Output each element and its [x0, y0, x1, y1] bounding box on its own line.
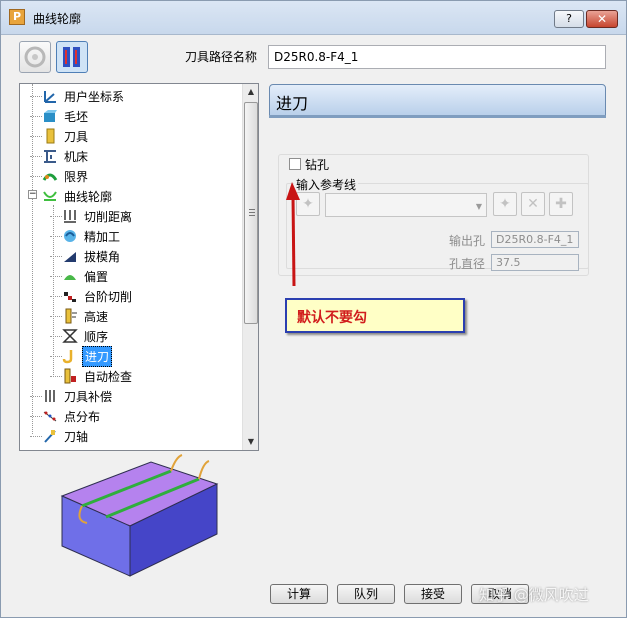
auto-check-icon — [64, 368, 76, 384]
exit-hole-input[interactable] — [491, 231, 579, 248]
window-title: 曲线轮廓 — [33, 12, 82, 26]
chevron-down-icon: ▼ — [475, 202, 482, 211]
tree-item-label: 台阶切削 — [84, 289, 133, 304]
panel-title-underline — [269, 115, 606, 118]
accept-button[interactable]: 接受 — [404, 584, 462, 604]
dialog-window: P 曲线轮廓 ? ✕ 刀具路径名称 用户坐标系 毛坯 刀具 机床 限界 − — [0, 0, 627, 618]
scroll-down-arrow-icon[interactable]: ▼ — [243, 434, 258, 450]
tree-item-order[interactable]: 顺序 — [50, 326, 110, 346]
tree-item-label: 限界 — [64, 169, 89, 184]
toolpath-name-input[interactable] — [268, 45, 606, 69]
exit-hole-label: 输出孔 — [449, 234, 486, 248]
collapse-toggle[interactable]: − — [28, 190, 37, 199]
high-speed-icon — [65, 308, 77, 324]
tree-item-limits[interactable]: 限界 — [30, 166, 90, 186]
tree-item-step-cut[interactable]: 台阶切削 — [50, 286, 134, 306]
ref-line-combo[interactable]: ▼ — [325, 193, 487, 217]
tree-item-finishing[interactable]: 精加工 — [50, 226, 122, 246]
tree-item-label: 刀轴 — [64, 429, 89, 444]
tree-item-machine[interactable]: 机床 — [30, 146, 90, 166]
tree-item-label: 顺序 — [84, 329, 109, 344]
delete-curve-button[interactable]: ✕ — [521, 192, 545, 216]
tree-item-ucs[interactable]: 用户坐标系 — [30, 86, 126, 106]
tree-item-label: 用户坐标系 — [64, 89, 125, 104]
tree-item-label: 毛坯 — [64, 109, 89, 124]
tree-item-label: 拔模角 — [84, 249, 121, 264]
scroll-thumb[interactable] — [244, 102, 258, 324]
queue-button[interactable]: 队列 — [337, 584, 395, 604]
tree-item-label: 点分布 — [64, 409, 101, 424]
add-icon: ✚ — [555, 196, 567, 212]
toolpath-name-label: 刀具路径名称 — [185, 50, 258, 64]
lead-in-icon — [62, 350, 73, 364]
finishing-icon — [64, 230, 76, 242]
tree-item-auto-check[interactable]: 自动检查 — [50, 366, 134, 386]
strategy-button[interactable] — [56, 41, 88, 73]
annotation-arrow — [286, 182, 300, 287]
hole-diameter-label: 孔直径 — [449, 257, 486, 271]
select-curve-button[interactable]: ✦ — [493, 192, 517, 216]
draft-angle-icon — [64, 252, 76, 262]
tree-item-label: 进刀 — [82, 345, 113, 367]
drill-hole-checkbox[interactable] — [289, 158, 301, 170]
tool-axis-icon — [44, 430, 56, 443]
template-button[interactable] — [19, 41, 51, 73]
tool-icon — [46, 128, 55, 144]
ucs-icon — [44, 91, 56, 103]
machine-icon — [44, 150, 56, 163]
tree-item-label: 高速 — [84, 309, 109, 324]
tree-item-curve-profile[interactable]: 曲线轮廓 — [42, 186, 114, 206]
tree-item-block[interactable]: 毛坯 — [30, 106, 90, 126]
limits-icon — [42, 173, 58, 181]
tree-item-label: 切削距离 — [84, 209, 133, 224]
add-curve-button[interactable]: ✚ — [549, 192, 573, 216]
tree-item-draft-angle[interactable]: 拔模角 — [50, 246, 122, 266]
title-bar[interactable]: P 曲线轮廓 ? ✕ — [1, 1, 626, 35]
tree-item-lead-in[interactable]: 进刀 — [50, 345, 113, 367]
tree-item-offset[interactable]: 偏置 — [50, 266, 110, 286]
annotation-note: 默认不要勾 — [285, 298, 465, 333]
app-icon: P — [9, 9, 25, 25]
offset-icon — [64, 275, 76, 280]
cut-distance-icon — [64, 210, 76, 223]
tree-item-point-dist[interactable]: 点分布 — [30, 406, 102, 426]
gear-template-icon — [24, 46, 46, 68]
drill-hole-label: 钻孔 — [305, 158, 330, 172]
tree-item-cut-distance[interactable]: 切削距离 — [50, 206, 134, 226]
tree-item-label: 曲线轮廓 — [64, 189, 113, 204]
tree-view[interactable]: 用户坐标系 毛坯 刀具 机床 限界 − 曲线轮廓 切削距离 精加工 拔模角 偏置… — [19, 83, 259, 451]
tree-item-high-speed[interactable]: 高速 — [50, 306, 110, 326]
tool-comp-icon — [45, 390, 55, 402]
calculate-button[interactable]: 计算 — [270, 584, 328, 604]
strategy-icon — [63, 47, 80, 67]
tree-item-tool[interactable]: 刀具 — [30, 126, 90, 146]
step-cut-icon — [64, 292, 76, 302]
point-dist-icon — [43, 411, 57, 422]
tree-item-tool-comp[interactable]: 刀具补偿 — [30, 386, 114, 406]
watermark-text: 知乎 @微风吹过 — [479, 586, 589, 604]
tree-item-label: 自动检查 — [84, 369, 133, 384]
block-icon — [44, 110, 57, 122]
curve-profile-icon — [43, 191, 57, 201]
tree-scrollbar[interactable]: ▲ ▼ — [242, 84, 258, 450]
hole-diameter-input[interactable] — [491, 254, 579, 271]
tree-item-label: 机床 — [64, 149, 89, 164]
tree-item-label: 精加工 — [84, 229, 121, 244]
help-button[interactable]: ? — [554, 10, 584, 28]
tree-item-label: 刀具补偿 — [64, 389, 113, 404]
order-icon — [62, 329, 78, 343]
panel-title: 进刀 — [269, 84, 606, 116]
close-button[interactable]: ✕ — [586, 10, 618, 28]
tree-item-label: 偏置 — [84, 269, 109, 284]
select-curve-icon: ✦ — [499, 196, 511, 212]
delete-curve-icon: ✕ — [527, 196, 539, 212]
scroll-up-arrow-icon[interactable]: ▲ — [243, 84, 258, 100]
tree-item-label: 刀具 — [64, 129, 89, 144]
tree-item-tool-axis[interactable]: 刀轴 — [30, 426, 90, 446]
preview-block-image — [60, 454, 219, 577]
